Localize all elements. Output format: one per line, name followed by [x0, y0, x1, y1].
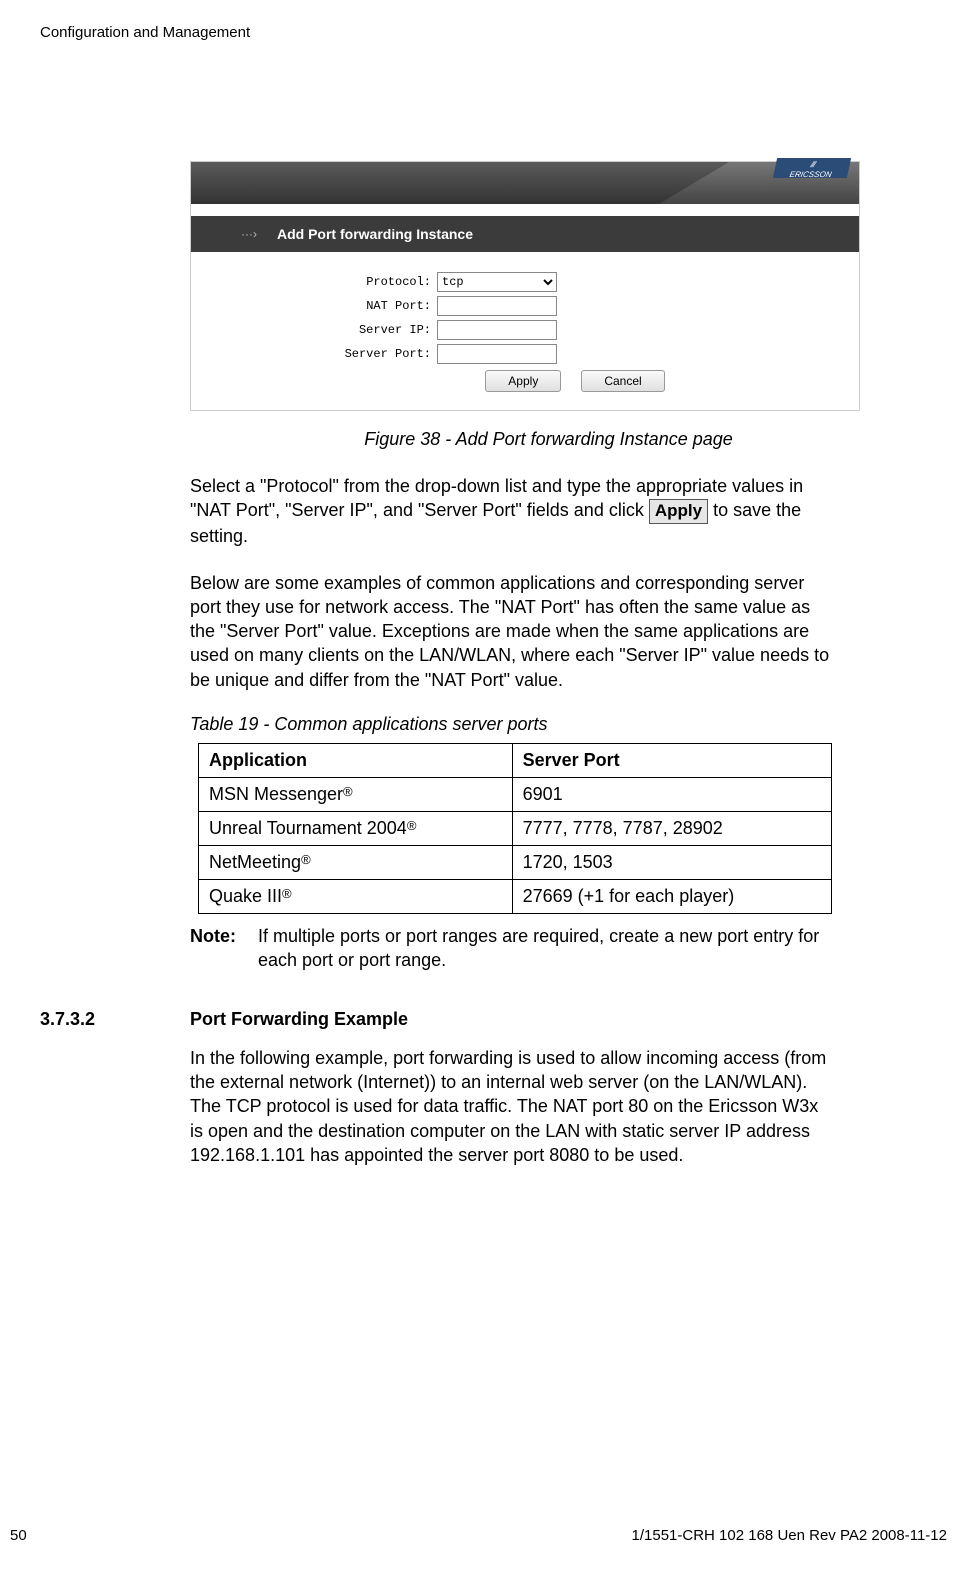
page-footer: 50 1/1551-CRH 102 168 Uen Rev PA2 2008-1… — [10, 1527, 947, 1544]
panel-header: ···› Add Port forwarding Instance — [191, 216, 859, 252]
table-row: NetMeeting® 1720, 1503 — [199, 846, 832, 880]
figure-caption: Figure 38 - Add Port forwarding Instance… — [160, 429, 937, 450]
running-header: Configuration and Management — [40, 24, 937, 41]
server-ip-label: Server IP: — [191, 323, 431, 337]
apply-inline: Apply — [649, 499, 708, 524]
panel-title: Add Port forwarding Instance — [277, 226, 473, 242]
arrow-icon: ···› — [241, 227, 257, 241]
protocol-label: Protocol: — [191, 275, 431, 289]
table-row: Unreal Tournament 2004® 7777, 7778, 7787… — [199, 812, 832, 846]
applications-table: Application Server Port MSN Messenger® 6… — [198, 743, 832, 914]
table-header-row: Application Server Port — [199, 744, 832, 778]
nat-port-label: NAT Port: — [191, 299, 431, 313]
paragraph-1: Select a "Protocol" from the drop-down l… — [190, 474, 830, 549]
th-application: Application — [199, 744, 513, 778]
figure-spacer — [191, 204, 859, 216]
note-label: Note: — [190, 924, 258, 973]
table-row: MSN Messenger® 6901 — [199, 778, 832, 812]
form-area: Protocol: tcp NAT Port: Server IP: Serve… — [191, 252, 859, 410]
paragraph-2: Below are some examples of common applic… — [190, 571, 830, 692]
table-caption: Table 19 - Common applications server po… — [190, 714, 937, 735]
apply-button[interactable]: Apply — [485, 370, 561, 392]
section-number: 3.7.3.2 — [40, 1009, 190, 1030]
th-server-port: Server Port — [512, 744, 831, 778]
page-number: 50 — [10, 1527, 27, 1544]
server-ip-input[interactable] — [437, 320, 557, 340]
doc-reference: 1/1551-CRH 102 168 Uen Rev PA2 2008-11-1… — [632, 1527, 947, 1544]
protocol-select[interactable]: tcp — [437, 272, 557, 292]
ericsson-logo-tag: ///ERICSSON — [773, 158, 851, 178]
server-port-input[interactable] — [437, 344, 557, 364]
figure-banner: ///ERICSSON — [191, 162, 859, 204]
table-row: Quake III® 27669 (+1 for each player) — [199, 880, 832, 914]
nat-port-input[interactable] — [437, 296, 557, 316]
section-heading: 3.7.3.2 Port Forwarding Example — [40, 1009, 937, 1030]
cancel-button[interactable]: Cancel — [581, 370, 664, 392]
server-port-label: Server Port: — [191, 347, 431, 361]
note-text: If multiple ports or port ranges are req… — [258, 924, 830, 973]
note: Note: If multiple ports or port ranges a… — [190, 924, 830, 973]
section-title: Port Forwarding Example — [190, 1009, 408, 1030]
paragraph-3: In the following example, port forwardin… — [190, 1046, 830, 1167]
figure-screenshot: ///ERICSSON ···› Add Port forwarding Ins… — [190, 161, 860, 411]
